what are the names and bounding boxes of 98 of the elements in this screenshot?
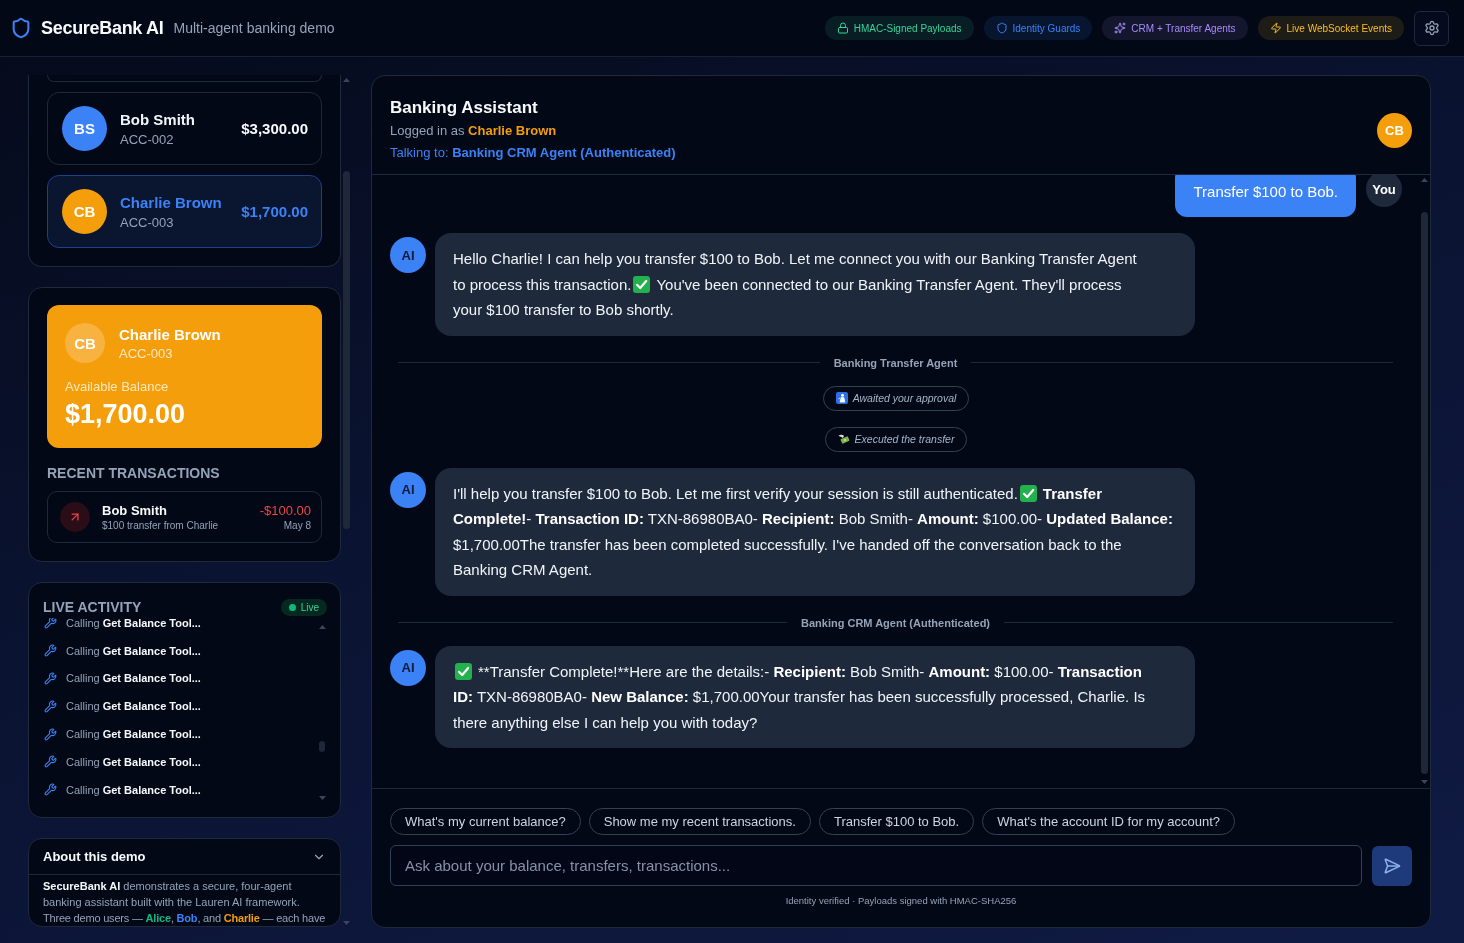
message-text: there anything else I can help you with today?	[453, 713, 758, 731]
shield-icon	[995, 22, 1008, 34]
settings-button[interactable]	[1414, 10, 1449, 46]
message-text: Transfer	[1042, 484, 1102, 502]
card-name: Charlie Brown	[119, 325, 221, 343]
assistant-avatar: AI	[390, 471, 426, 508]
badge-label: HMAC-Signed Payloads	[853, 22, 962, 34]
account-name: Charlie Brown	[120, 193, 222, 211]
wrench-icon	[44, 618, 57, 630]
send-icon	[1383, 856, 1401, 875]
message-text: $1,700.00The transfer has been completed successfully. I've handed off the conversation back to the	[453, 535, 1122, 553]
message-text: **Transfer Complete!**Here are the details:- Recipient: Bob Smith- Amount: $100.00- Transaction	[478, 662, 1142, 680]
footer-note: Identity verified · Payloads signed with HMAC-SHA256	[784, 895, 1018, 907]
account-item[interactable]: BS Bob Smith ACC-002 $3,300.00	[47, 92, 322, 165]
account-id: ACC-003	[120, 214, 175, 230]
badge-label: Live WebSocket Events	[1286, 22, 1392, 34]
transaction-amount: -$100.00	[259, 503, 311, 518]
check-icon	[633, 275, 651, 293]
live-label: Live	[300, 601, 319, 613]
message-input[interactable]: Ask about your balance, transfers, transactions...	[390, 845, 1362, 886]
scrollbar-thumb[interactable]	[319, 741, 325, 752]
activity-text: Calling Get Balance Tool...	[66, 783, 201, 796]
transaction-date: May 8	[283, 520, 311, 531]
account-balance: $3,300.00	[241, 120, 308, 137]
about-text: SecureBank AI demonstrates a secure, four-agent banking assistant built with the Lauren AI framework.	[43, 879, 301, 910]
assistant-avatar: AI	[390, 649, 426, 686]
badge-label: CRM + Transfer Agents	[1131, 22, 1236, 34]
app-subtitle: Multi-agent banking demo	[173, 20, 335, 36]
user-message: Transfer $100 to Bob.	[1175, 175, 1356, 217]
about-title: About this demo	[43, 849, 146, 864]
account-avatar: BS	[62, 106, 107, 151]
wrench-icon	[44, 755, 57, 769]
wrench-icon	[44, 644, 57, 658]
accordion-header[interactable]: About this demo	[29, 839, 340, 875]
check-icon	[455, 662, 472, 680]
message-text: Banking CRM Agent.	[453, 561, 593, 578]
balance-amount: $1,700.00	[65, 398, 187, 430]
account-balance: $1,700.00	[241, 203, 308, 220]
message-text: ID: TXN-86980BA0- New Balance: $1,700.00Your transfer has been successfully processed, Charlie. Is	[453, 688, 1146, 705]
activity-text: Calling Get Balance Tool...	[66, 728, 201, 741]
scroll-down-icon[interactable]	[343, 921, 350, 925]
about-text: Three demo users — Alice, Bob, and Charlie — each have	[43, 911, 326, 926]
scroll-up-icon[interactable]	[343, 78, 350, 82]
event-label: Executed the transfer	[854, 433, 955, 445]
arrow-up-right-icon	[60, 502, 90, 532]
handoff-label: Banking CRM Agent (Authenticated)	[801, 615, 990, 630]
activity-text: Calling Get Balance Tool...	[66, 700, 201, 713]
app-title: SecureBank AI	[41, 17, 164, 39]
sparkles-icon	[1114, 22, 1127, 34]
section-heading: RECENT TRANSACTIONS	[47, 464, 221, 482]
scroll-up-icon[interactable]	[1421, 178, 1428, 182]
person-badge-icon	[835, 392, 848, 404]
user-avatar: You	[1366, 175, 1402, 207]
shield-icon	[10, 17, 32, 39]
activity-text: Calling Get Balance Tool...	[66, 672, 201, 685]
assistant-avatar: AI	[390, 237, 426, 273]
wrench-icon	[44, 699, 57, 713]
card-avatar: CB	[65, 323, 105, 363]
scrollbar-thumb[interactable]	[343, 171, 350, 529]
wrench-icon	[44, 672, 57, 685]
logged-in-text: Logged in as Charlie Brown	[390, 122, 558, 140]
event-label: Awaited your approval	[852, 392, 957, 404]
transaction-name: Bob Smith	[102, 503, 168, 518]
scroll-up-icon[interactable]	[318, 625, 326, 629]
badge-label: Identity Guards	[1012, 22, 1081, 34]
lock-icon	[836, 22, 849, 34]
scroll-down-icon[interactable]	[318, 796, 326, 800]
card-account-id: ACC-003	[119, 345, 174, 361]
lightning-icon	[1269, 22, 1282, 34]
wrench-icon	[44, 727, 57, 741]
message-text: to process this transaction.	[453, 275, 632, 293]
chat-title: Banking Assistant	[390, 97, 539, 119]
account-id: ACC-002	[120, 131, 175, 147]
status-dot-icon	[288, 603, 296, 611]
balance-label: Available Balance	[65, 379, 170, 394]
message-text: I'll help you transfer $100 to Bob. Let me first verify your session is still authenticated.	[453, 484, 1018, 502]
user-avatar: CB	[1377, 112, 1412, 148]
activity-text: Calling Get Balance Tool...	[66, 755, 201, 768]
activity-text: Calling Get Balance Tool...	[66, 618, 201, 629]
agent-text: Talking to: Banking CRM Agent (Authenticated)	[390, 144, 676, 162]
scrollbar-thumb[interactable]	[1421, 212, 1428, 774]
account-name: Bob Smith	[120, 110, 195, 128]
activity-text: Calling Get Balance Tool...	[66, 644, 201, 657]
scroll-down-icon[interactable]	[1421, 780, 1428, 784]
transaction-item[interactable]: Bob Smith $100 transfer from Charlie -$100.00 May 8	[47, 491, 322, 543]
winged-money-icon	[837, 433, 850, 445]
section-heading: LIVE ACTIVITY	[43, 598, 142, 616]
account-item[interactable]: CB Charlie Brown ACC-003 $1,700.00	[47, 175, 322, 248]
settings-icon	[1423, 20, 1440, 36]
wrench-icon	[44, 783, 57, 797]
message-text: Complete!- Transaction ID: TXN-86980BA0- Recipient: Bob Smith- Amount: $100.00- Updated Balance:	[453, 510, 1173, 527]
transaction-description: $100 transfer from Charlie	[102, 520, 219, 531]
account-avatar: CB	[62, 189, 107, 234]
handoff-label: Banking Transfer Agent	[833, 355, 958, 370]
message-text: You've been connected to our Banking Transfer Agent. They'll process	[656, 275, 1122, 293]
check-icon	[1019, 484, 1037, 502]
message-text: your $100 transfer to Bob shortly.	[453, 301, 674, 318]
message-text: Hello Charlie! I can help you transfer $100 to Bob. Let me connect you with our Banking Transfer Agent	[453, 250, 1137, 267]
